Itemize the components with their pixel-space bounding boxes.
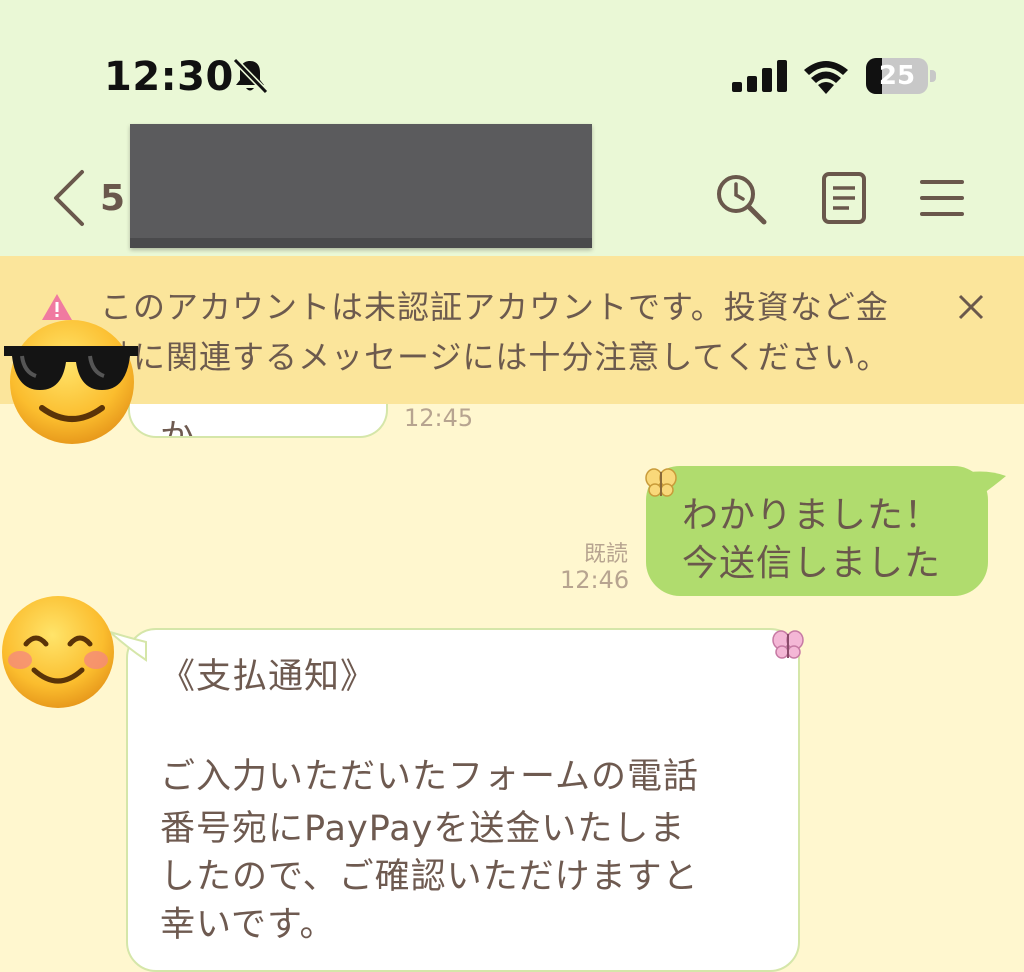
message-time: 12:45 bbox=[404, 404, 474, 432]
menu-icon[interactable] bbox=[914, 170, 970, 226]
butterfly-sticker-icon bbox=[645, 468, 677, 497]
incoming-line-2: 番号宛にPayPayを送金いたしま bbox=[160, 809, 686, 849]
banner-text: このアカウントは未認証アカウントです。投資など金 融に関連するメッセージには十分… bbox=[100, 282, 938, 382]
incoming-line-1: ご入力いただいたフォームの電話 bbox=[160, 757, 699, 797]
search-history-icon[interactable] bbox=[712, 170, 768, 226]
bubble-tail bbox=[970, 471, 1006, 496]
outgoing-line-1: わかりました！ bbox=[682, 495, 942, 536]
battery-level: 25 bbox=[878, 61, 916, 91]
notes-icon[interactable] bbox=[816, 170, 872, 226]
signal-bars-icon bbox=[732, 60, 787, 92]
incoming-line-4: 幸いです。 bbox=[160, 905, 336, 945]
butterfly-sticker-icon bbox=[772, 630, 804, 659]
back-chevron-icon[interactable] bbox=[48, 168, 92, 228]
banner-line-1: このアカウントは未認証アカウントです。投資など金 bbox=[100, 288, 889, 326]
wifi-icon bbox=[804, 61, 848, 94]
smiling-emoji-avatar[interactable] bbox=[0, 594, 116, 710]
status-time: 12:30 bbox=[104, 54, 234, 100]
close-icon[interactable] bbox=[950, 286, 992, 328]
incoming-title: 《支払通知》 bbox=[160, 657, 377, 697]
battery-icon: 25 bbox=[866, 58, 938, 94]
message-time: 12:46 bbox=[560, 566, 630, 594]
read-receipt: 既読 bbox=[584, 542, 629, 567]
bell-slash-icon bbox=[232, 57, 269, 95]
incoming-line-3: したので、ご確認いただけますと bbox=[160, 857, 699, 897]
sunglasses-emoji-avatar[interactable] bbox=[2, 306, 140, 446]
redacted-chat-title bbox=[130, 124, 592, 248]
outgoing-line-2: 今送信しました bbox=[682, 543, 942, 584]
banner-line-2: 融に関連するメッセージには十分注意してください。 bbox=[100, 338, 890, 376]
unread-count: 5 bbox=[100, 178, 126, 219]
